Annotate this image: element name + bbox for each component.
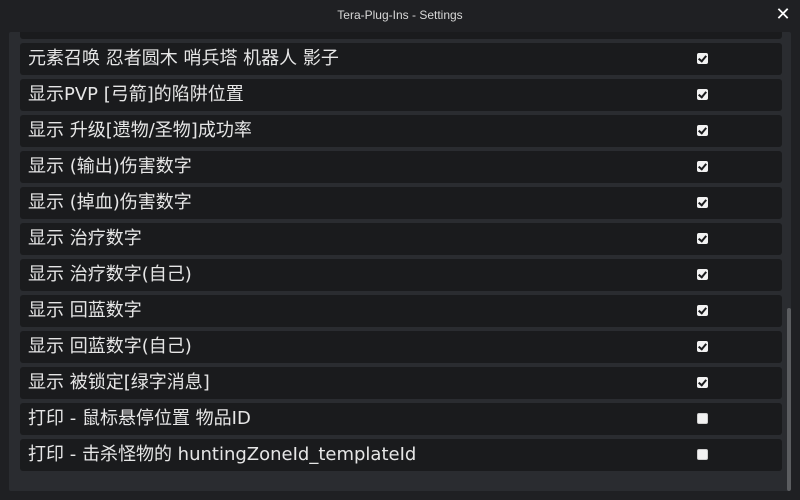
- setting-row[interactable]: 打印 - 击杀怪物的 huntingZoneId_templateId: [20, 439, 782, 471]
- close-icon[interactable]: ✕: [774, 5, 792, 25]
- window-title: Tera-Plug-Ins - Settings: [337, 8, 463, 22]
- checkbox-checked[interactable]: [697, 377, 708, 388]
- checkbox-checked[interactable]: [697, 305, 708, 316]
- setting-label: 打印 - 鼠标悬停位置 物品ID: [28, 408, 251, 429]
- setting-row[interactable]: 显示 回蓝数字(自己): [20, 331, 782, 363]
- checkbox-checked[interactable]: [697, 197, 708, 208]
- setting-row[interactable]: 显示 回蓝数字: [20, 295, 782, 327]
- settings-list: 消 猎魂 开启额(无聊)冲突的时元素召唤 忍者圆木 哨兵塔 机器人 影子显示PV…: [20, 32, 782, 475]
- setting-row[interactable]: 显示 升级[遗物/圣物]成功率: [20, 115, 782, 147]
- checkbox-checked[interactable]: [697, 233, 708, 244]
- setting-row[interactable]: 消 猎魂 开启额(无聊)冲突的时: [20, 32, 782, 39]
- setting-row[interactable]: 显示 治疗数字: [20, 223, 782, 255]
- title-bar[interactable]: Tera-Plug-Ins - Settings ✕: [0, 0, 800, 32]
- setting-label: 显示 回蓝数字: [28, 300, 142, 321]
- checkbox-checked[interactable]: [697, 89, 708, 100]
- setting-label: 显示 回蓝数字(自己): [28, 336, 192, 357]
- setting-label: 显示 治疗数字: [28, 228, 142, 249]
- setting-row[interactable]: 显示 治疗数字(自己): [20, 259, 782, 291]
- setting-label: 显示 治疗数字(自己): [28, 264, 192, 285]
- scrollbar[interactable]: [787, 32, 791, 491]
- checkbox-checked[interactable]: [697, 161, 708, 172]
- setting-label: 打印 - 击杀怪物的 huntingZoneId_templateId: [28, 444, 417, 465]
- setting-row[interactable]: 显示PVP [弓箭]的陷阱位置: [20, 79, 782, 111]
- checkbox-checked[interactable]: [697, 125, 708, 136]
- setting-row[interactable]: 显示 (掉血)伤害数字: [20, 187, 782, 219]
- setting-label: 显示 (掉血)伤害数字: [28, 192, 192, 213]
- scrollbar-thumb[interactable]: [787, 308, 791, 491]
- checkbox-unchecked[interactable]: [697, 413, 708, 424]
- settings-window: Tera-Plug-Ins - Settings ✕ 消 猎魂 开启额(无聊)冲…: [0, 0, 800, 500]
- setting-row[interactable]: 显示 (输出)伤害数字: [20, 151, 782, 183]
- checkbox-checked[interactable]: [697, 269, 708, 280]
- setting-label: 消 猎魂 开启额(无聊)冲突的时: [28, 32, 270, 35]
- setting-label: 显示PVP [弓箭]的陷阱位置: [28, 84, 244, 105]
- setting-row[interactable]: 元素召唤 忍者圆木 哨兵塔 机器人 影子: [20, 43, 782, 75]
- setting-label: 元素召唤 忍者圆木 哨兵塔 机器人 影子: [28, 48, 339, 69]
- setting-row[interactable]: 显示 被锁定[绿字消息]: [20, 367, 782, 399]
- setting-label: 显示 升级[遗物/圣物]成功率: [28, 120, 252, 141]
- checkbox-checked[interactable]: [697, 341, 708, 352]
- checkbox-unchecked[interactable]: [697, 449, 708, 460]
- checkbox-checked[interactable]: [697, 53, 708, 64]
- setting-row[interactable]: 打印 - 鼠标悬停位置 物品ID: [20, 403, 782, 435]
- setting-label: 显示 (输出)伤害数字: [28, 156, 192, 177]
- setting-label: 显示 被锁定[绿字消息]: [28, 372, 210, 393]
- settings-panel: 消 猎魂 开启额(无聊)冲突的时元素召唤 忍者圆木 哨兵塔 机器人 影子显示PV…: [9, 32, 791, 491]
